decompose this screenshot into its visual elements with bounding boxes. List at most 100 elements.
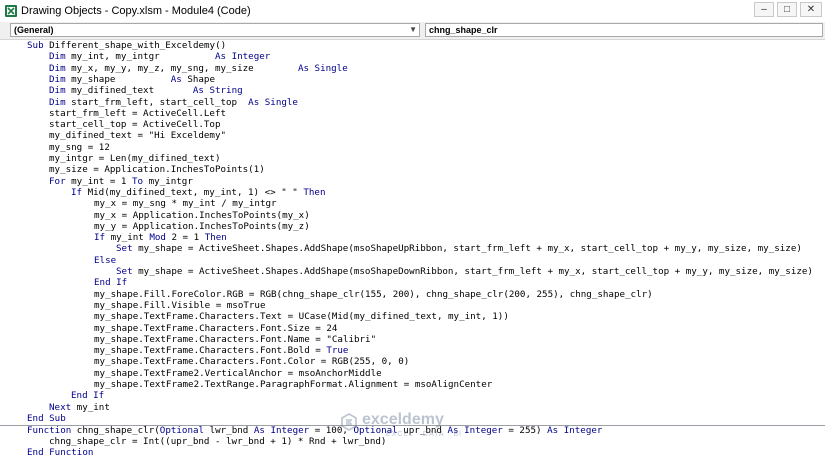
code-line[interactable]: my_shape.TextFrame.Characters.Font.Color… xyxy=(94,356,409,368)
window-controls: – □ ✕ xyxy=(754,2,822,17)
code-line[interactable]: my_sng = 12 xyxy=(49,142,110,154)
code-text: my_shape xyxy=(65,73,171,85)
code-text: my_shape.Fill.Visible = msoTrue xyxy=(94,299,266,311)
code-text: my_shape.TextFrame.Characters.Font.Bold … xyxy=(94,345,327,357)
code-text: = 255) xyxy=(502,424,548,436)
code-line[interactable]: Function chng_shape_clr(Optional lwr_bnd… xyxy=(27,425,602,437)
code-text: my_x = my_sng * my_int / my_intgr xyxy=(94,198,277,210)
code-line[interactable]: Else xyxy=(94,255,116,267)
code-keyword: True xyxy=(326,345,349,357)
code-keyword: If xyxy=(71,186,83,198)
code-line[interactable]: Set my_shape = ActiveSheet.Shapes.AddSha… xyxy=(116,266,813,278)
code-text: my_difined_text = "Hi Exceldemy" xyxy=(49,130,227,142)
code-editor[interactable]: Sub Different_shape_with_Exceldemy() Dim… xyxy=(0,40,825,459)
code-text: my_int, my_intgr xyxy=(65,51,215,63)
code-line[interactable]: my_shape.TextFrame.Characters.Font.Size … xyxy=(94,323,337,335)
code-keyword: End Sub xyxy=(27,412,66,424)
code-text: my_shape.TextFrame.Characters.Font.Size … xyxy=(94,322,338,334)
code-keyword: To xyxy=(132,175,144,187)
code-line[interactable]: start_cell_top = ActiveCell.Top xyxy=(49,119,220,131)
code-line[interactable]: my_x = my_sng * my_int / my_intgr xyxy=(94,198,277,210)
code-text: my_x, my_y, my_z, my_sng, my_size xyxy=(65,62,298,74)
code-line[interactable]: For my_int = 1 To my_intgr xyxy=(49,176,193,188)
code-keyword: Optional xyxy=(353,424,398,436)
code-line[interactable]: my_intgr = Len(my_difined_text) xyxy=(49,153,220,165)
code-text: my_y = Application.InchesToPoints(my_z) xyxy=(94,220,310,232)
code-keyword: As Integer xyxy=(547,424,603,436)
code-text: my_x = Application.InchesToPoints(my_x) xyxy=(94,209,310,221)
code-line[interactable]: my_size = Application.InchesToPoints(1) xyxy=(49,164,265,176)
code-line[interactable]: Next my_int xyxy=(49,402,110,414)
code-text: my_shape.TextFrame.Characters.Font.Name … xyxy=(94,333,377,345)
code-line[interactable]: chng_shape_clr = Int((upr_bnd - lwr_bnd … xyxy=(49,436,386,448)
code-line[interactable]: start_frm_left = ActiveCell.Left xyxy=(49,108,226,120)
code-text: 2 = 1 xyxy=(165,232,205,244)
code-line[interactable]: my_shape.Fill.ForeColor.RGB = RGB(chng_s… xyxy=(94,289,653,301)
code-text: my_shape.Fill.ForeColor.RGB = RGB(chng_s… xyxy=(94,288,653,300)
code-line[interactable]: Sub Different_shape_with_Exceldemy() xyxy=(27,40,226,52)
code-line[interactable]: Dim start_frm_left, start_cell_top As Si… xyxy=(49,97,298,109)
code-keyword: As xyxy=(170,73,182,85)
code-line[interactable]: my_shape.TextFrame.Characters.Font.Bold … xyxy=(94,345,348,357)
code-text: my_size = Application.InchesToPoints(1) xyxy=(49,164,265,176)
code-text: start_frm_left = ActiveCell.Left xyxy=(49,107,227,119)
code-line[interactable]: End If xyxy=(94,277,127,289)
code-text: chng_shape_clr = Int((upr_bnd - lwr_bnd … xyxy=(49,436,387,448)
code-text: my_sng = 12 xyxy=(49,141,110,153)
code-text: my_int xyxy=(105,232,150,244)
code-text: my_difined_text xyxy=(65,85,193,97)
code-text: my_int = 1 xyxy=(65,175,132,187)
code-text: chng_shape_clr( xyxy=(71,424,160,436)
minimize-button[interactable]: – xyxy=(754,2,774,17)
code-line[interactable]: Dim my_x, my_y, my_z, my_sng, my_size As… xyxy=(49,63,348,75)
code-keyword: Next xyxy=(49,401,72,413)
code-line[interactable]: Dim my_difined_text As String xyxy=(49,85,243,97)
code-text: Different_shape_with_Exceldemy() xyxy=(43,40,227,51)
object-dropdown[interactable]: (General) ▼ xyxy=(10,23,420,37)
close-button[interactable]: ✕ xyxy=(800,2,822,17)
code-text: start_cell_top = ActiveCell.Top xyxy=(49,119,221,131)
code-text: my_int xyxy=(71,401,110,413)
code-line[interactable]: End Function xyxy=(27,447,93,459)
code-keyword: As String xyxy=(192,85,243,97)
code-line[interactable]: my_shape.TextFrame2.TextRange.ParagraphF… xyxy=(94,379,492,391)
code-keyword: For xyxy=(49,175,66,187)
code-text: Mid(my_difined_text, my_int, 1) <> " " xyxy=(82,186,304,198)
procedure-dropdown[interactable]: chng_shape_clr xyxy=(425,23,823,37)
code-line[interactable]: my_difined_text = "Hi Exceldemy" xyxy=(49,130,226,142)
code-keyword: As Integer xyxy=(214,51,271,63)
code-line[interactable]: End Sub xyxy=(27,413,66,425)
code-line[interactable]: Set my_shape = ActiveSheet.Shapes.AddSha… xyxy=(116,243,802,255)
code-text: my_shape.TextFrame2.TextRange.ParagraphF… xyxy=(94,379,493,390)
chevron-down-icon[interactable]: ▼ xyxy=(409,24,417,36)
window-title-bar: Drawing Objects - Copy.xlsm - Module4 (C… xyxy=(0,0,825,23)
code-line[interactable]: my_shape.TextFrame.Characters.Font.Name … xyxy=(94,334,376,346)
code-line[interactable]: Dim my_shape As Shape xyxy=(49,74,215,86)
code-keyword: As Single xyxy=(297,62,348,74)
code-keyword: Then xyxy=(204,232,227,244)
object-dropdown-value: (General) xyxy=(14,25,54,35)
code-line[interactable]: my_shape.Fill.Visible = msoTrue xyxy=(94,300,265,312)
code-keyword: Dim xyxy=(49,62,66,74)
code-line[interactable]: If Mid(my_difined_text, my_int, 1) <> " … xyxy=(71,187,325,199)
code-text: my_shape.TextFrame2.VerticalAnchor = mso… xyxy=(94,367,382,379)
code-keyword: As Single xyxy=(248,96,298,108)
code-keyword: As Integer xyxy=(253,424,310,436)
maximize-button[interactable]: □ xyxy=(777,2,797,17)
code-line[interactable]: my_shape.TextFrame.Characters.Text = UCa… xyxy=(94,311,509,323)
code-line[interactable]: If my_int Mod 2 = 1 Then xyxy=(94,232,227,244)
code-line[interactable]: my_y = Application.InchesToPoints(my_z) xyxy=(94,221,310,233)
code-text: my_shape = ActiveSheet.Shapes.AddShape(m… xyxy=(132,243,802,255)
code-line[interactable]: End If xyxy=(71,390,104,402)
code-keyword: As Integer xyxy=(447,424,503,436)
code-keyword: Dim xyxy=(49,85,66,97)
code-line[interactable]: my_x = Application.InchesToPoints(my_x) xyxy=(94,210,310,222)
code-text: my_shape = ActiveSheet.Shapes.AddShape(m… xyxy=(132,266,813,277)
code-text: my_intgr = Len(my_difined_text) xyxy=(49,153,221,164)
code-keyword: Dim xyxy=(49,73,66,85)
code-text: my_shape.TextFrame.Characters.Font.Color… xyxy=(94,356,410,368)
code-keyword: End If xyxy=(94,277,128,289)
code-line[interactable]: my_shape.TextFrame2.VerticalAnchor = mso… xyxy=(94,368,382,380)
code-line[interactable]: Dim my_int, my_intgr As Integer xyxy=(49,51,270,63)
procedure-dropdown-value: chng_shape_clr xyxy=(429,25,498,35)
